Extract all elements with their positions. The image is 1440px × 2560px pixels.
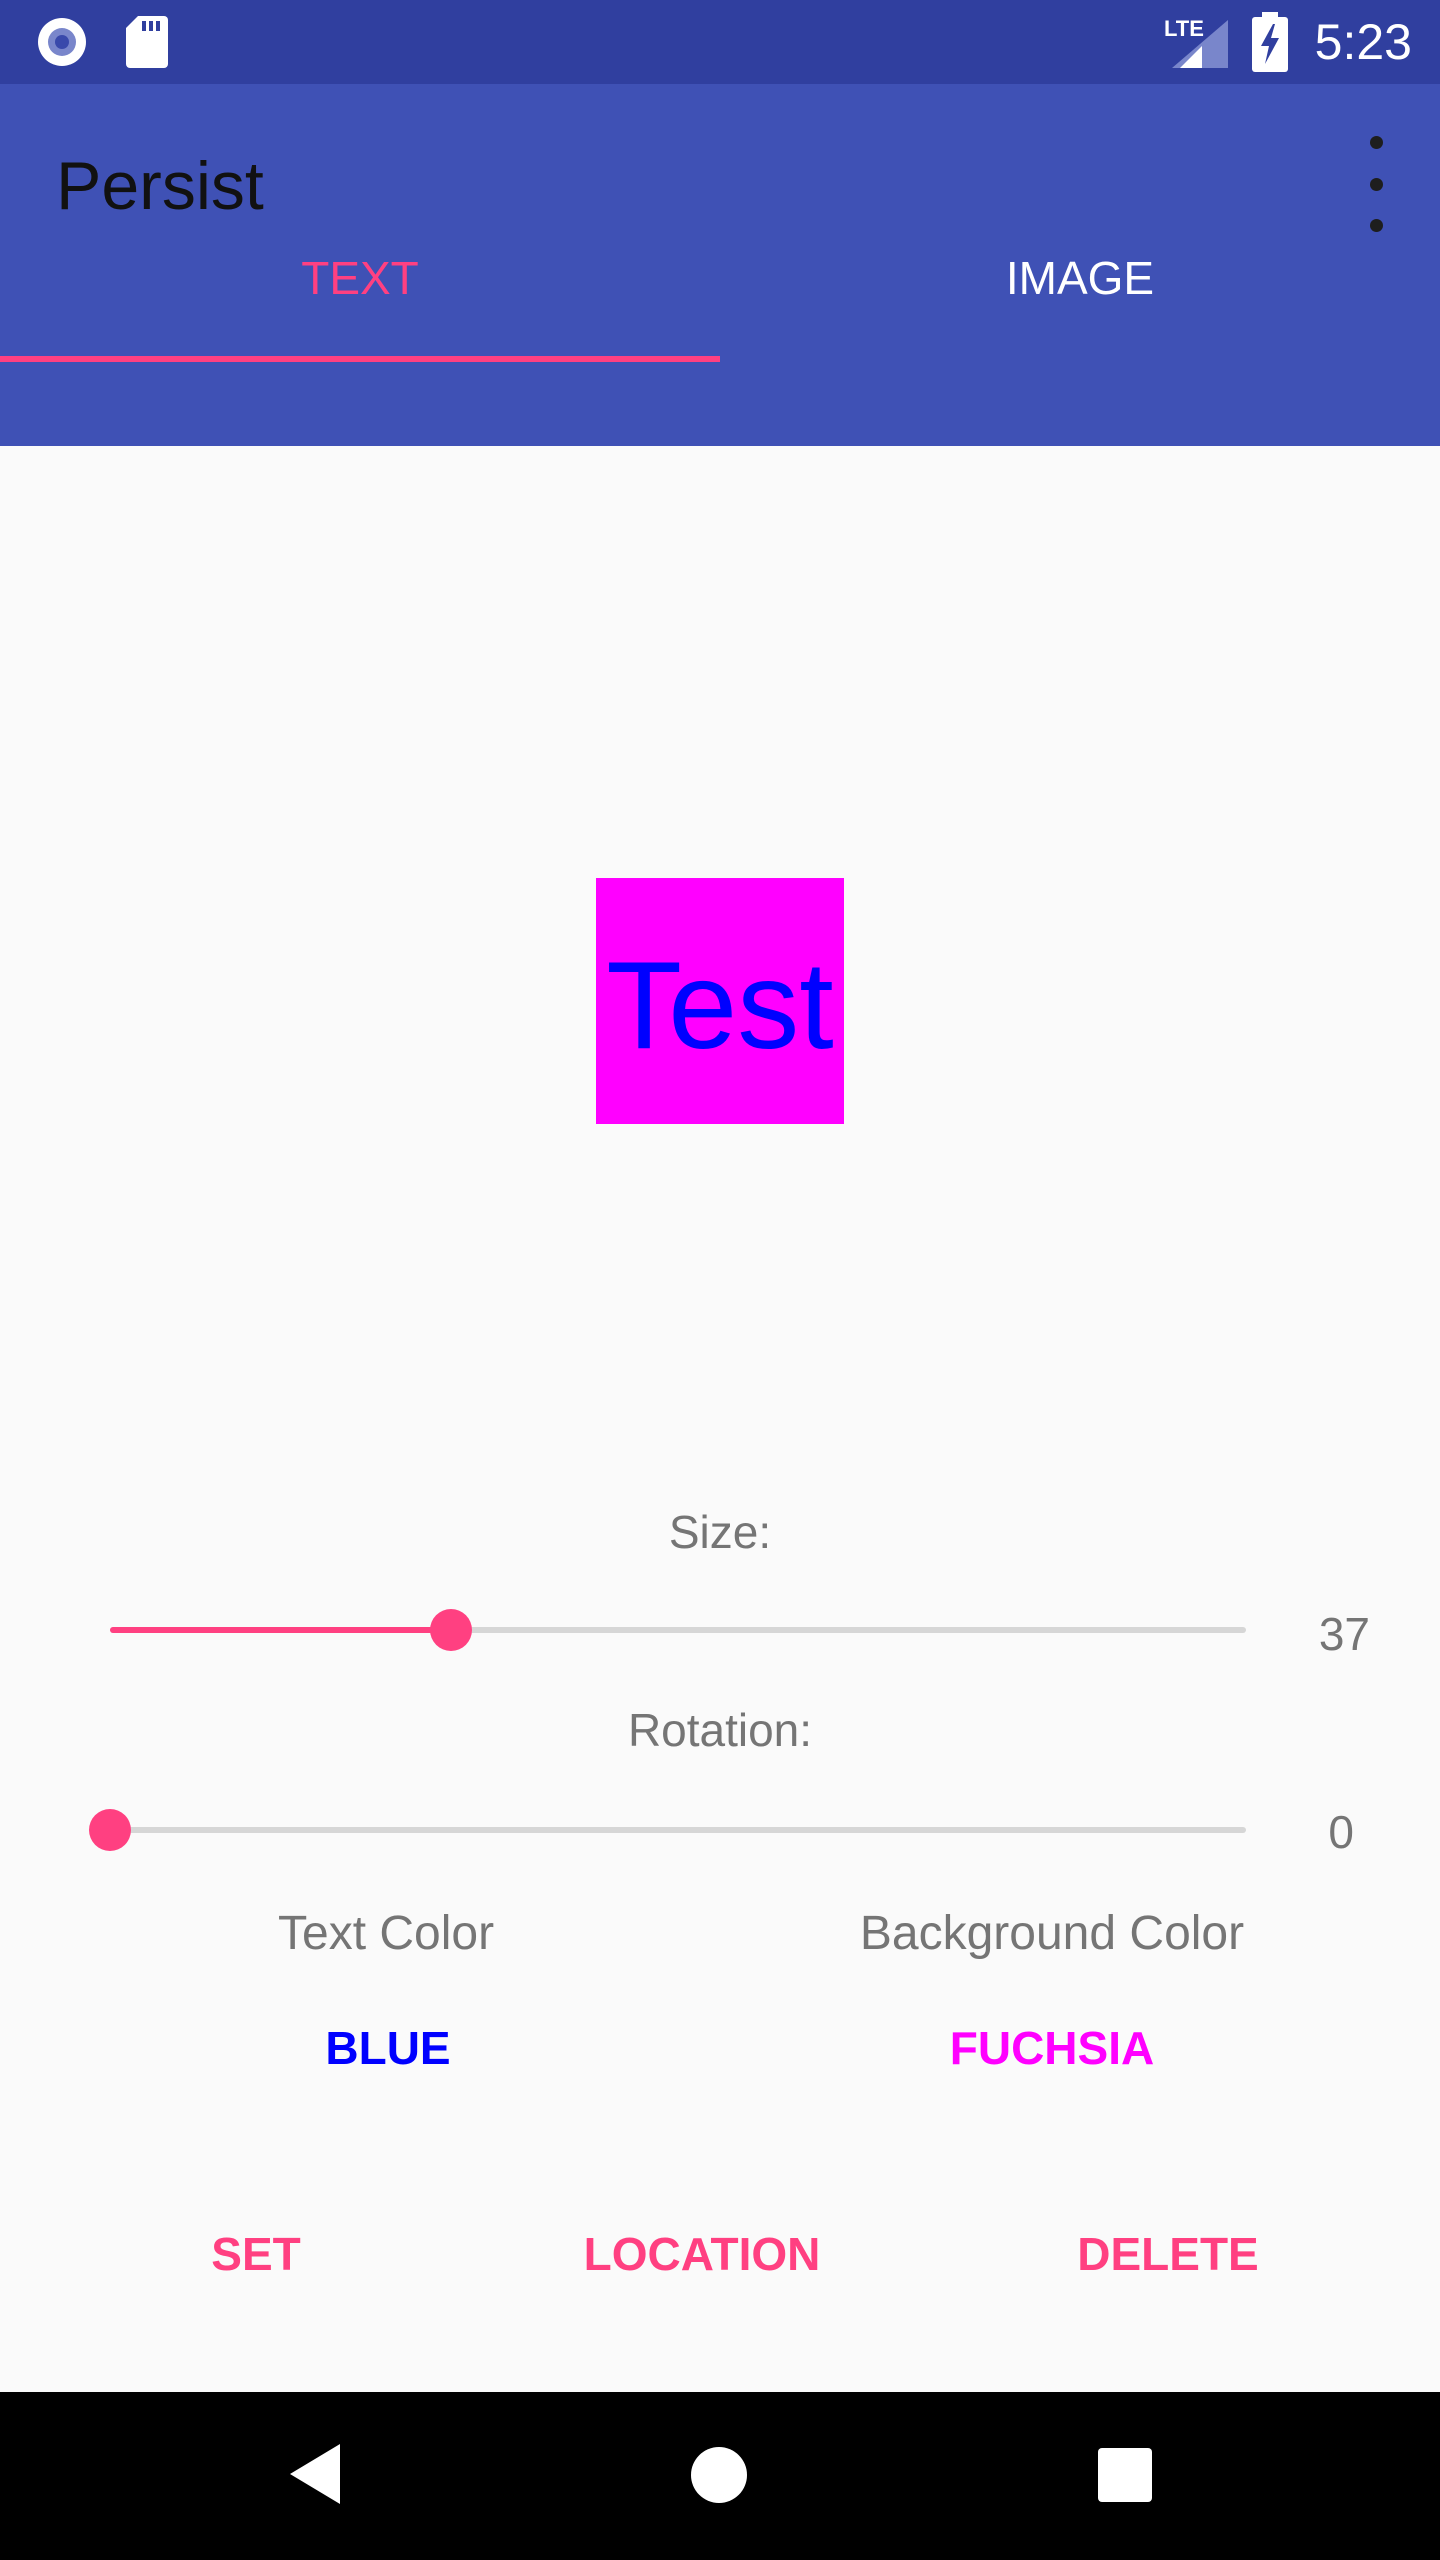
rotation-label: Rotation: [627, 1704, 813, 1756]
size-slider[interactable] [110, 1590, 1246, 1670]
app-title: Persist [56, 148, 264, 224]
rotation-value: 0 [1328, 1806, 1354, 1858]
background-color-label: Background Color [859, 1907, 1245, 1960]
lte-signal-icon [1172, 20, 1228, 68]
size-label: Size: [668, 1506, 772, 1558]
overflow-menu-icon[interactable] [1356, 136, 1396, 232]
navigation-bar [0, 2392, 1440, 2560]
text-color-label: Text Color [278, 1907, 495, 1960]
overflow-dot [1369, 177, 1383, 191]
set-button[interactable]: SET [56, 2226, 456, 2282]
status-bar: LTE 5:23 [0, 0, 1440, 84]
slider-fill [110, 1627, 451, 1633]
recents-icon[interactable] [1098, 2448, 1152, 2502]
delete-button[interactable]: DELETE [968, 2226, 1368, 2282]
tab-image[interactable]: IMAGE [720, 250, 1440, 362]
text-preview[interactable]: Test [596, 878, 844, 1124]
battery-charging-icon [1252, 12, 1288, 72]
status-time: 5:23 [1314, 14, 1412, 70]
radio-icon [38, 18, 86, 66]
preview-text: Test [606, 937, 834, 1075]
rotation-slider[interactable] [89, 1790, 1246, 1870]
sd-card-icon [126, 16, 168, 68]
background-color-button[interactable]: FUCHSIA [802, 2020, 1302, 2076]
location-button[interactable]: LOCATION [502, 2226, 902, 2282]
text-color-button[interactable]: BLUE [138, 2020, 638, 2076]
back-icon[interactable] [290, 2444, 340, 2504]
slider-thumb[interactable] [89, 1809, 131, 1851]
size-value: 37 [1318, 1608, 1370, 1660]
tab-indicator [0, 356, 720, 362]
overflow-dot [1369, 219, 1383, 232]
slider-thumb[interactable] [429, 1609, 472, 1651]
home-icon[interactable] [691, 2447, 747, 2503]
tab-text[interactable]: TEXT [0, 250, 720, 362]
slider-track [110, 1827, 1246, 1833]
overflow-dot [1369, 136, 1383, 149]
